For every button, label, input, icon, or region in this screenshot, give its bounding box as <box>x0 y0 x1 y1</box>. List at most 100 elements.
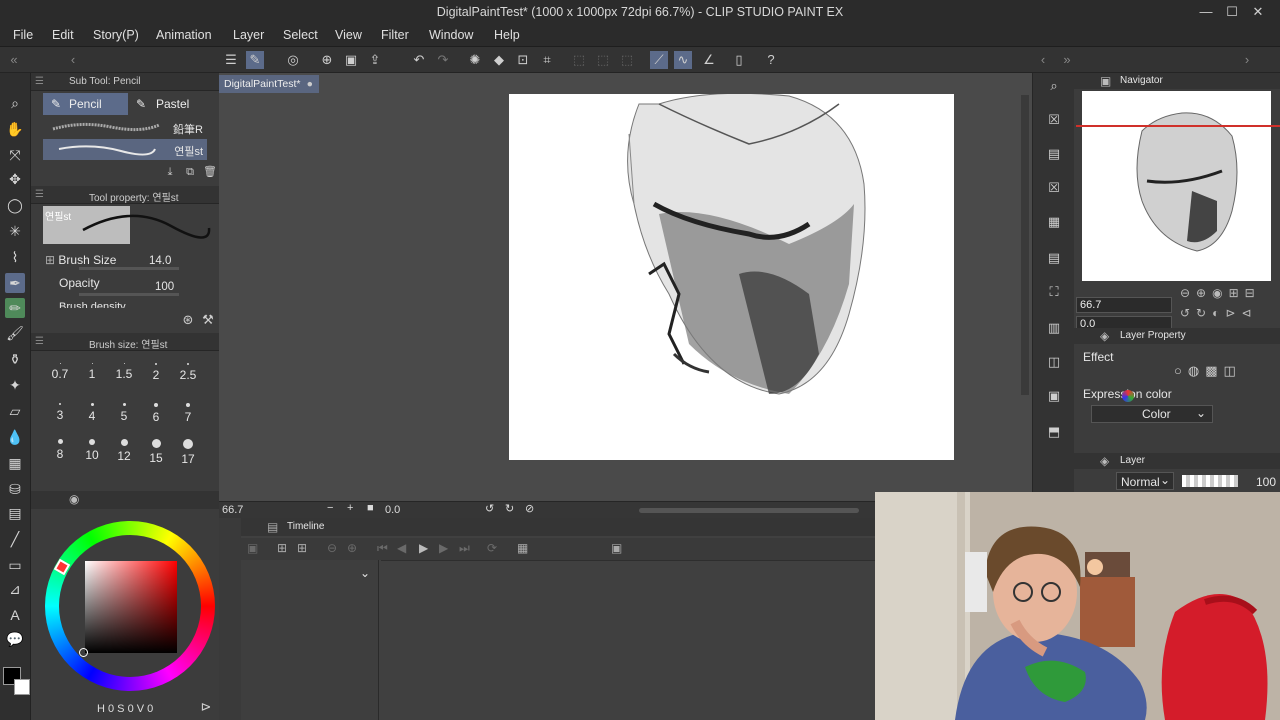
operation-tool-icon[interactable]: ⤧ <box>5 145 25 165</box>
brush-size-option[interactable]: 8 <box>43 439 77 461</box>
settings-icon[interactable]: ⊛ <box>179 311 197 329</box>
new-file-icon[interactable]: ⊕ <box>318 51 336 69</box>
layer-icon-1[interactable]: ☒ <box>1045 111 1063 129</box>
brush-size-option[interactable]: 12 <box>107 439 141 463</box>
navigator-zoom-controls[interactable]: ⊖⊕◉⊞⊟ <box>1180 286 1261 300</box>
new-timeline-icon[interactable]: ⊞ <box>277 541 287 555</box>
brush-size-slider[interactable] <box>79 267 179 270</box>
selection-icon[interactable]: ⬚ <box>594 51 612 69</box>
menu-view[interactable]: View <box>335 28 362 42</box>
fill-icon[interactable]: ◆ <box>490 51 508 69</box>
decoration-tool-icon[interactable]: ✦ <box>5 375 25 395</box>
menu-help[interactable]: Help <box>494 28 520 42</box>
drawing-canvas[interactable] <box>509 92 954 460</box>
brush-size-value[interactable]: 14.0 <box>149 255 171 267</box>
first-frame-icon[interactable]: ⏮ <box>377 541 388 556</box>
open-folder-icon[interactable]: ▣ <box>342 51 360 69</box>
effect-buttons[interactable]: ○◍▩◫ <box>1174 363 1242 379</box>
ruler-tool-icon[interactable]: ⊿ <box>5 579 25 599</box>
menu-icon[interactable]: ☰ <box>222 51 240 69</box>
menu-animation[interactable]: Animation <box>156 28 212 42</box>
balloon-tool-icon[interactable]: 💬 <box>5 629 25 649</box>
navigator-rotation-field[interactable]: 0.0 <box>1076 306 1172 332</box>
brush-size-option[interactable]: 2.5 <box>171 363 205 382</box>
chevron-right-icon[interactable]: › <box>1238 51 1256 69</box>
figure-tool-icon[interactable]: ╱ <box>5 529 25 549</box>
selection-icon[interactable]: ⬚ <box>570 51 588 69</box>
zoom-out-icon[interactable]: − <box>327 502 333 514</box>
clear-icon[interactable]: ✺ <box>466 51 484 69</box>
layer-icon-4[interactable]: ▦ <box>1045 213 1063 231</box>
saturation-value-square[interactable] <box>85 561 177 653</box>
onion-skin-icon[interactable]: ▣ <box>611 541 622 555</box>
device-icon[interactable]: ▯ <box>730 51 748 69</box>
brush-size-option[interactable]: 4 <box>75 403 109 423</box>
close-tab-icon[interactable]: ● <box>307 75 313 93</box>
tab-pencil[interactable]: ✎ Pencil <box>43 93 128 115</box>
horizontal-scrollbar[interactable] <box>639 508 859 513</box>
trash-icon[interactable]: 🗑 <box>201 163 219 181</box>
next-frame-icon[interactable]: ▶ <box>439 541 448 555</box>
search-icon[interactable]: ⌕ <box>1045 77 1063 95</box>
brush-item-selected[interactable]: 연필st <box>43 139 207 160</box>
brush-size-option[interactable]: 0.7 <box>43 363 77 381</box>
magic-wand-icon[interactable]: ✳ <box>5 221 25 241</box>
sv-handle[interactable] <box>79 648 88 657</box>
menu-edit[interactable]: Edit <box>52 28 74 42</box>
gradient-tool-icon[interactable]: ▤ <box>5 503 25 523</box>
document-tab[interactable]: DigitalPaintTest* ● <box>219 75 319 93</box>
pencil-tool-icon[interactable]: ✏ <box>5 298 25 318</box>
brush-icon[interactable]: ✎ <box>246 51 264 69</box>
ruler-icon[interactable]: ⟋ <box>650 51 668 69</box>
snap-icon[interactable]: ∠ <box>700 51 718 69</box>
layer-icon-9[interactable]: ▣ <box>1045 387 1063 405</box>
layer-icon-6[interactable]: ⛶ <box>1045 283 1063 301</box>
play-icon[interactable]: ▶ <box>419 541 428 555</box>
layer-icon-8[interactable]: ◫ <box>1045 353 1063 371</box>
eraser-tool-icon[interactable]: ▱ <box>5 401 25 421</box>
sub-color-swatch[interactable] <box>14 679 30 695</box>
blend-tool-icon[interactable]: 💧 <box>5 427 25 447</box>
text-tool-icon[interactable]: A <box>5 605 25 625</box>
chevron-down-icon[interactable]: ⌄ <box>360 566 370 580</box>
crop-icon[interactable]: ⌗ <box>538 51 556 69</box>
rotate-left-icon[interactable]: ↺ <box>485 502 494 515</box>
opacity-value[interactable]: 100 <box>155 281 174 293</box>
wrench-icon[interactable]: ⚒ <box>199 311 217 329</box>
download-icon[interactable]: ⤓ <box>161 163 179 181</box>
layer-icon-5[interactable]: ▤ <box>1045 249 1063 267</box>
layer-icon-7[interactable]: ▥ <box>1045 319 1063 337</box>
vertical-scrollbar[interactable] <box>1021 95 1029 395</box>
airbrush-tool-icon[interactable]: ⚱ <box>5 349 25 369</box>
menu-story[interactable]: Story(P) <box>93 28 139 42</box>
color-settings-icon[interactable]: ⊳ <box>197 698 215 716</box>
last-frame-icon[interactable]: ⏭ <box>459 541 470 556</box>
brush-size-option[interactable]: 1.5 <box>107 363 141 381</box>
fit-screen-icon[interactable]: ■ <box>367 502 374 514</box>
export-icon[interactable]: ⇪ <box>366 51 384 69</box>
brush-size-option[interactable]: 17 <box>171 439 205 466</box>
frame-tool-icon[interactable]: ▭ <box>5 555 25 575</box>
expression-color-select[interactable]: Color ⌄ <box>1091 390 1213 423</box>
menu-select[interactable]: Select <box>283 28 318 42</box>
eyedropper-icon[interactable]: ⌇ <box>5 247 25 267</box>
chevron-left-icon[interactable]: ‹ <box>64 51 82 69</box>
brush-size-option[interactable]: 2 <box>139 363 173 382</box>
layer-icon-3[interactable]: ☒ <box>1045 179 1063 197</box>
menu-layer[interactable]: Layer <box>233 28 264 42</box>
redo-icon[interactable]: ↷ <box>434 51 452 69</box>
brush-size-option[interactable]: 7 <box>171 403 205 424</box>
navigator-rotation-controls[interactable]: ↺↻◐⊳⊲ <box>1180 306 1257 320</box>
duplicate-icon[interactable]: ⧉ <box>181 163 199 181</box>
layer-icon-10[interactable]: ⬒ <box>1045 423 1063 441</box>
chevron-right-icon[interactable]: » <box>1058 51 1076 69</box>
prev-frame-icon[interactable]: ◀ <box>397 541 406 555</box>
menu-file[interactable]: File <box>13 28 33 42</box>
stabilizer-icon[interactable]: ∿ <box>674 51 692 69</box>
maximize-icon[interactable]: ☐ <box>1224 4 1240 20</box>
chevron-left-icon[interactable]: ‹ <box>1034 51 1052 69</box>
menu-window[interactable]: Window <box>429 28 473 42</box>
brush-tool-icon[interactable]: 🖌 <box>5 323 25 343</box>
move-tool-icon[interactable]: ✥ <box>5 169 25 189</box>
close-icon[interactable]: ✕ <box>1250 4 1266 20</box>
